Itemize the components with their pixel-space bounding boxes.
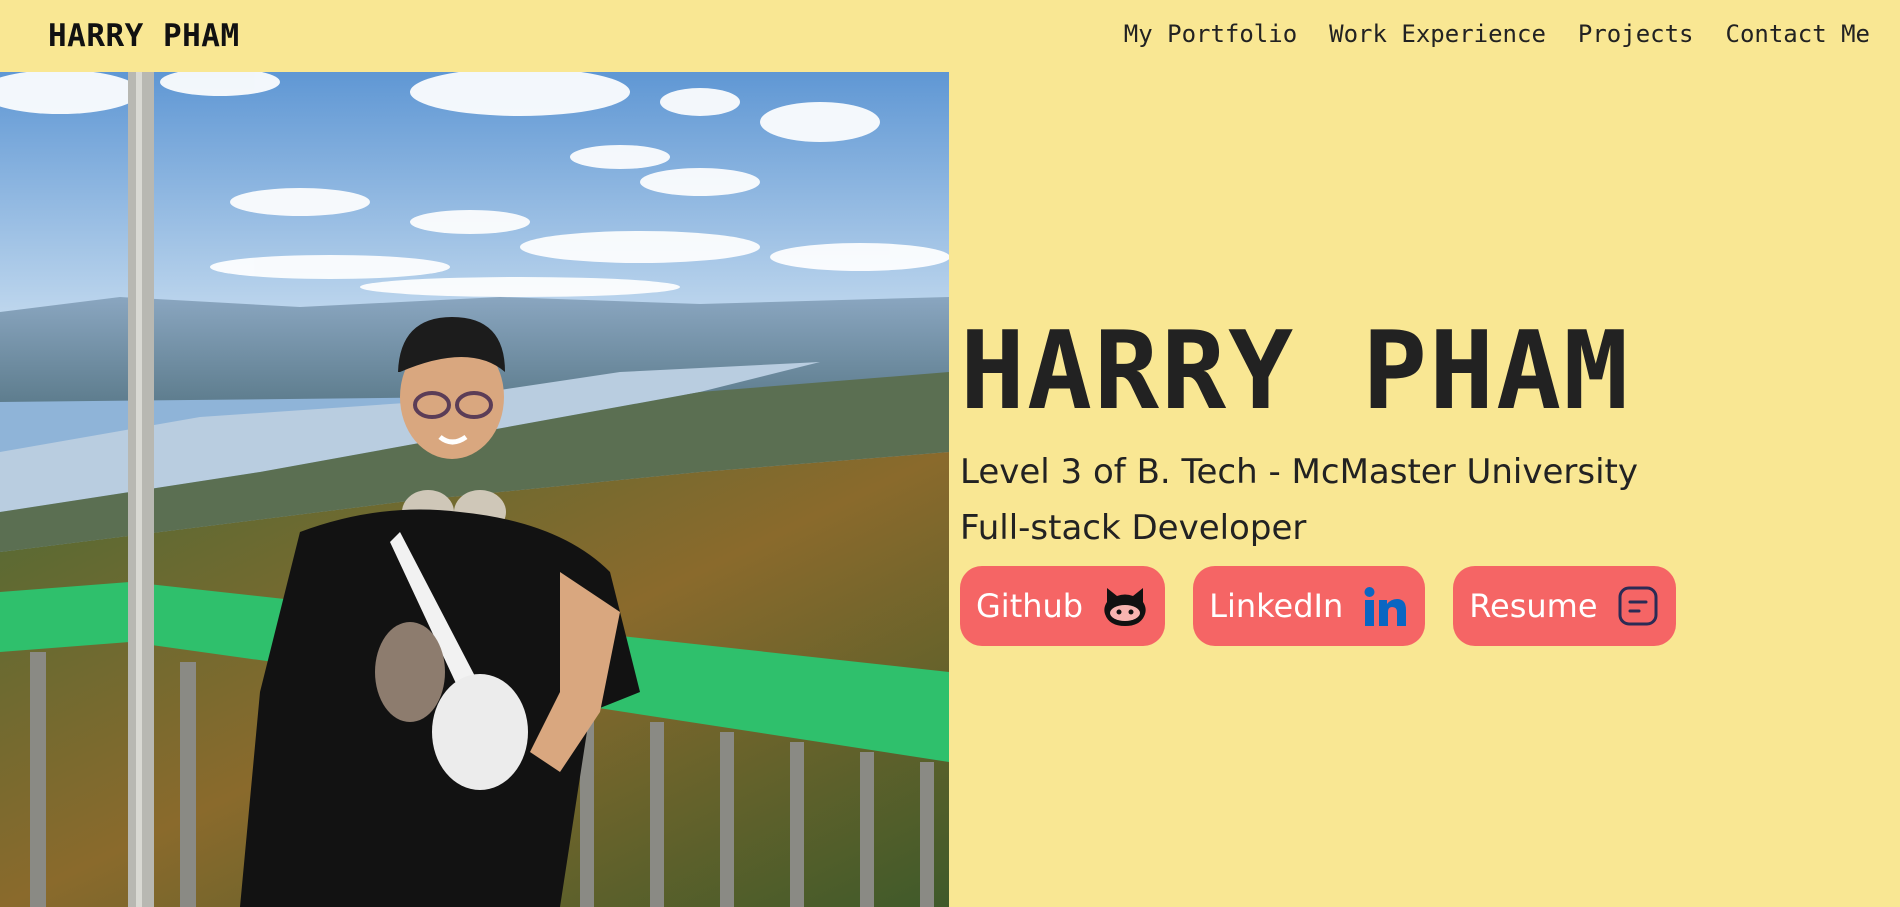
- nav-link-projects[interactable]: Projects: [1578, 20, 1694, 48]
- linkedin-button[interactable]: LinkedIn: [1193, 566, 1426, 646]
- hero-name: HARRY PHAM: [960, 309, 1631, 434]
- brand-logo[interactable]: HARRY PHAM: [48, 18, 240, 54]
- hero-role: Full-stack Developer: [960, 508, 1307, 548]
- nav-link-contact-me[interactable]: Contact Me: [1726, 20, 1871, 48]
- resume-document-icon: [1616, 584, 1660, 628]
- nav-links: My Portfolio Work Experience Projects Co…: [1124, 20, 1870, 48]
- github-button-label: Github: [976, 587, 1084, 625]
- github-button[interactable]: Github: [960, 566, 1166, 646]
- resume-button[interactable]: Resume: [1453, 566, 1676, 646]
- social-buttons: Github LinkedIn Resume: [960, 566, 1676, 646]
- resume-button-label: Resume: [1469, 587, 1598, 625]
- github-octocat-icon: [1101, 584, 1149, 628]
- hero-education: Level 3 of B. Tech - McMaster University: [960, 452, 1639, 492]
- navbar: HARRY PHAM My Portfolio Work Experience …: [0, 0, 1900, 72]
- nav-link-work-experience[interactable]: Work Experience: [1329, 20, 1546, 48]
- linkedin-icon: [1361, 584, 1409, 628]
- linkedin-button-label: LinkedIn: [1209, 587, 1344, 625]
- profile-photo: [0, 72, 949, 907]
- hero-section: HARRY PHAM Level 3 of B. Tech - McMaster…: [960, 318, 1676, 646]
- nav-link-my-portfolio[interactable]: My Portfolio: [1124, 20, 1297, 48]
